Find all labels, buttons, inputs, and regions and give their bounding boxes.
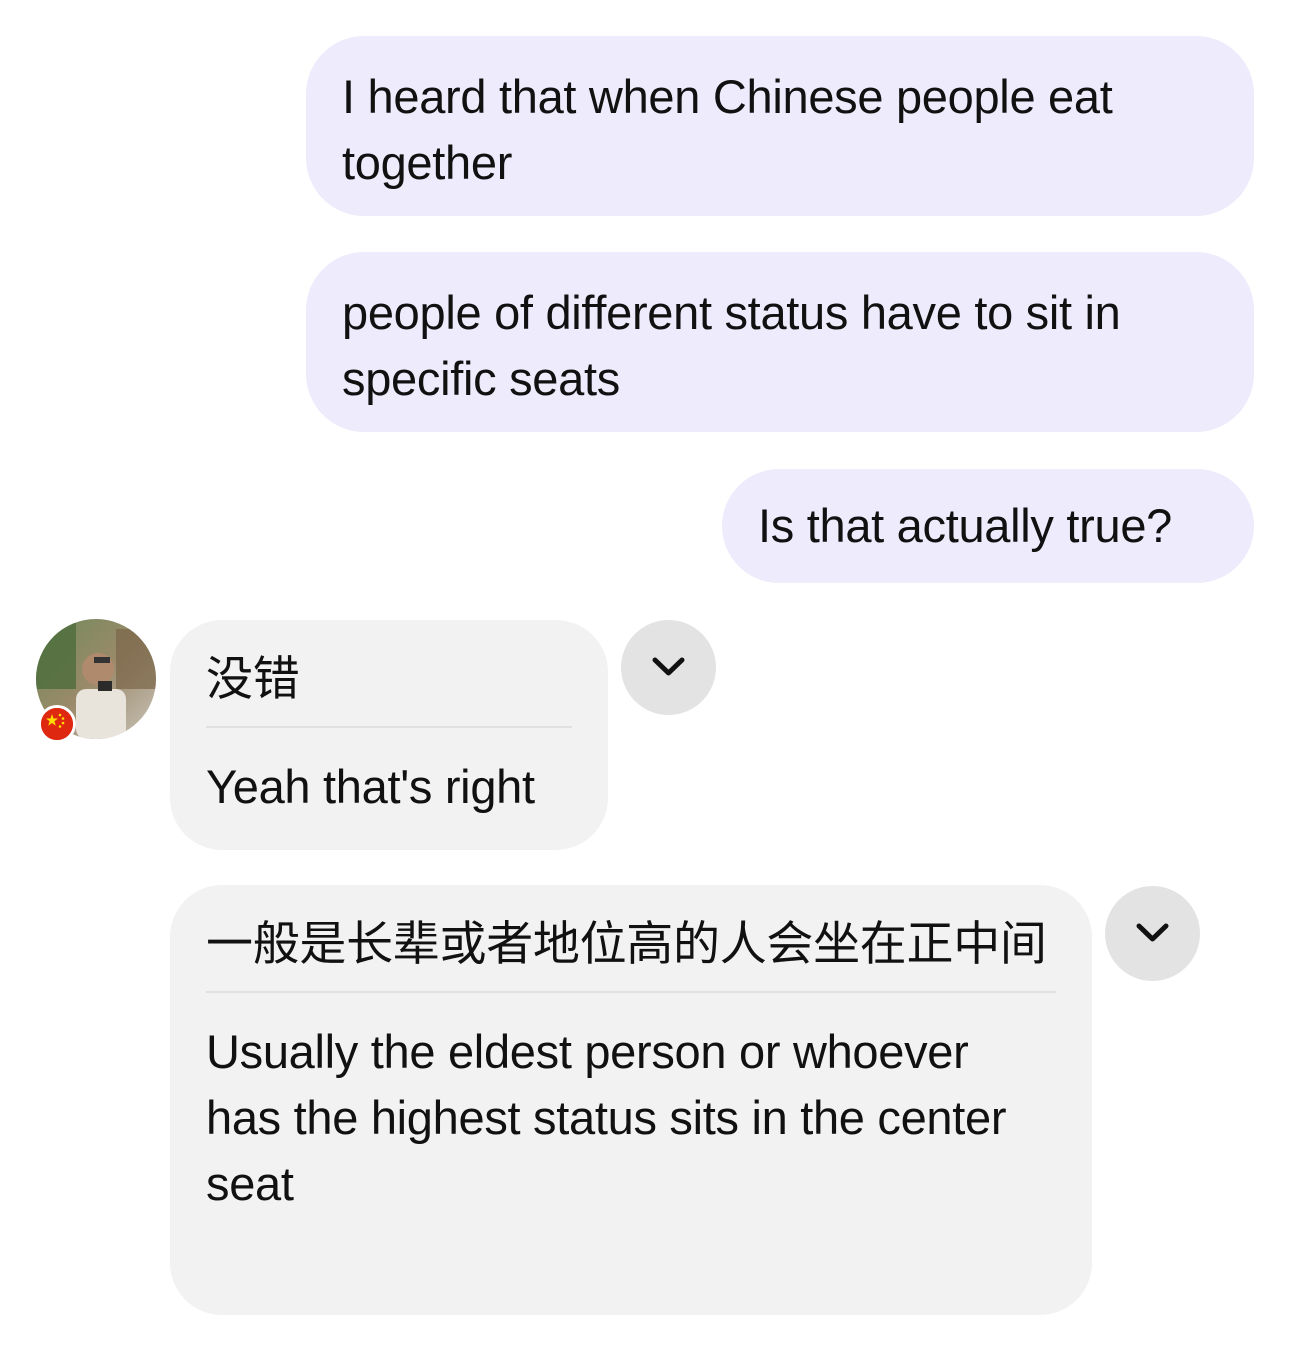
original-text: 一般是长辈或者地位高的人会坐在正中间	[206, 917, 1047, 970]
expand-translation-button[interactable]	[621, 620, 716, 715]
original-text: 没错	[206, 652, 300, 705]
message-text: people of different status have to sit i…	[342, 286, 1121, 405]
outgoing-message[interactable]: I heard that when Chinese people eat tog…	[306, 36, 1254, 216]
incoming-message[interactable]: 没错 Yeah that's right	[170, 620, 608, 850]
incoming-message[interactable]: 一般是长辈或者地位高的人会坐在正中间 Usually the eldest pe…	[170, 885, 1092, 1315]
chevron-down-icon	[1136, 923, 1169, 942]
translation-divider	[206, 991, 1056, 993]
expand-translation-button[interactable]	[1105, 886, 1200, 981]
china-flag-icon	[38, 705, 76, 743]
outgoing-message[interactable]: people of different status have to sit i…	[306, 252, 1254, 432]
chevron-down-icon	[652, 657, 685, 676]
message-text: I heard that when Chinese people eat tog…	[342, 70, 1113, 189]
outgoing-message[interactable]: Is that actually true?	[722, 469, 1254, 583]
translation-divider	[206, 726, 572, 728]
translation-text: Usually the eldest person or whoever has…	[206, 1025, 1007, 1210]
message-text: Is that actually true?	[758, 499, 1173, 552]
translation-text: Yeah that's right	[206, 760, 535, 813]
